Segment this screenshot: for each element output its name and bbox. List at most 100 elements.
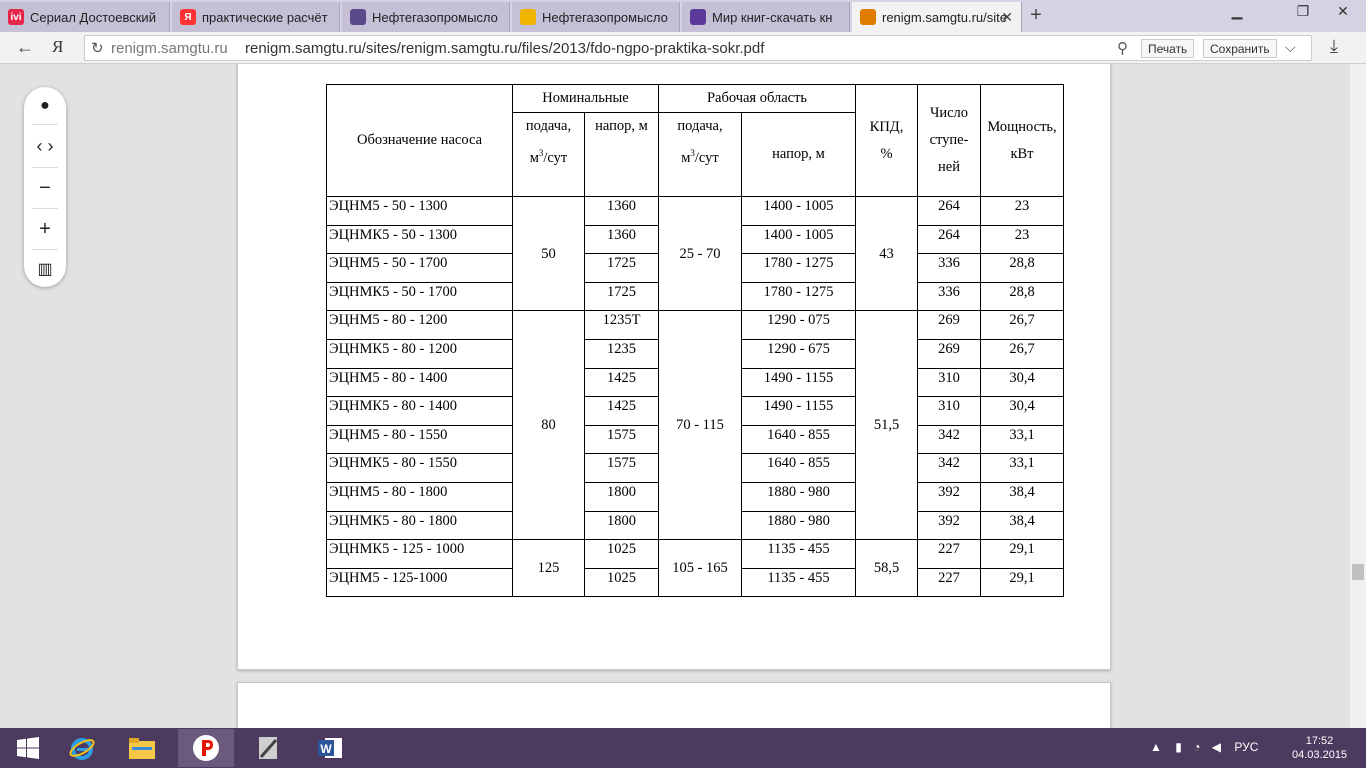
work-head-cell: 1880 - 980 — [741, 481, 856, 512]
nominal-flow-cell: 80 — [512, 310, 585, 541]
tab-2[interactable]: Япрактические расчёт — [172, 2, 340, 32]
clock[interactable]: 17:52 04.03.2015 — [1292, 734, 1347, 762]
reload-icon[interactable]: ↻ — [91, 39, 104, 57]
zoom-icon[interactable]: ⚲ — [1117, 39, 1128, 57]
work-flow-cell: 70 - 115 — [658, 310, 742, 541]
file-explorer-icon[interactable] — [114, 729, 170, 767]
work-head-cell: 1400 - 1005 — [741, 196, 856, 226]
back-arrow-icon[interactable]: ← — [16, 37, 34, 58]
tab-6[interactable]: renigm.samgtu.ru/site ✕ — [852, 2, 1022, 32]
fit-page-icon[interactable]: ▥ — [24, 255, 66, 285]
stages-cell: 227 — [917, 567, 981, 598]
pump-name: ЭЦНМК5 - 125 - 1000 — [326, 539, 513, 569]
col-work-flow: подача, м3/сут — [658, 112, 742, 197]
pdf-page: Обозначение насоса Номинальные Рабочая о… — [237, 64, 1111, 670]
tab-title: практические расчёт — [202, 9, 328, 25]
tab-1[interactable]: ivi Сериал Достоевский — [0, 2, 170, 32]
battery-icon[interactable]: ▮ — [1175, 740, 1182, 754]
chevron-down-icon[interactable]: ⌵ — [1285, 39, 1296, 56]
page-prev-next-icon[interactable]: ‹ › — [24, 131, 66, 161]
efficiency-cell: 43 — [855, 195, 918, 312]
col-nominal-flow: подача, м3/сут — [512, 112, 585, 197]
power-cell: 29,1 — [980, 539, 1064, 569]
power-cell: 28,8 — [980, 253, 1064, 283]
col-work-area: Рабочая область — [658, 84, 856, 113]
minimize-button[interactable]: ▁ — [1222, 2, 1252, 22]
nominal-head-cell: 1725 — [584, 281, 659, 312]
power-cell: 26,7 — [980, 338, 1064, 369]
pump-name: ЭЦНМ5 - 80 - 1800 — [326, 481, 513, 512]
pump-name: ЭЦНМ5 - 50 - 1300 — [326, 196, 513, 226]
address-url[interactable]: renigm.samgtu.ru/sites/renigm.samgtu.ru/… — [245, 40, 764, 57]
address-domain: renigm.samgtu.ru — [111, 40, 228, 57]
power-cell: 23 — [980, 196, 1064, 226]
col-nominal-head: напор, м — [584, 112, 659, 197]
power-cell: 33,1 — [980, 453, 1064, 483]
sun-icon — [860, 9, 876, 25]
col-power: Мощность, кВт — [980, 84, 1064, 197]
nominal-head-cell: 1800 — [584, 510, 659, 541]
power-cell: 38,4 — [980, 481, 1064, 512]
browser-toolbar: ← Я ↻ renigm.samgtu.ru renigm.samgtu.ru/… — [0, 32, 1366, 64]
save-button[interactable]: Сохранить — [1203, 39, 1277, 58]
work-head-cell: 1135 - 455 — [741, 539, 856, 569]
yandex-browser-icon[interactable] — [178, 729, 234, 767]
pump-name: ЭЦНМК5 - 80 - 1400 — [326, 396, 513, 426]
windows-start-icon[interactable] — [0, 729, 56, 767]
nominal-head-cell: 1575 — [584, 453, 659, 483]
internet-explorer-icon[interactable] — [54, 729, 110, 767]
volume-icon[interactable]: ◀ — [1212, 740, 1221, 754]
work-head-cell: 1400 - 1005 — [741, 224, 856, 255]
close-window-button[interactable]: ✕ — [1326, 2, 1360, 22]
network-icon[interactable]: ◔ — [1193, 740, 1200, 754]
stages-cell: 269 — [917, 338, 981, 369]
books-icon — [690, 9, 706, 25]
nominal-head-cell: 1025 — [584, 539, 659, 569]
page-dot-icon[interactable]: ● — [24, 91, 66, 121]
tab-3[interactable]: Нефтегазопромысло — [342, 2, 510, 32]
close-tab-icon[interactable]: ✕ — [1001, 9, 1013, 26]
smiley-icon — [520, 9, 536, 25]
stages-cell: 342 — [917, 453, 981, 483]
work-head-cell: 1640 - 855 — [741, 424, 856, 455]
zoom-in-icon[interactable]: + — [24, 214, 66, 244]
efficiency-cell: 51,5 — [855, 310, 918, 541]
work-head-cell: 1780 - 1275 — [741, 281, 856, 312]
power-cell: 28,8 — [980, 281, 1064, 312]
zoom-out-icon[interactable]: − — [24, 173, 66, 203]
download-icon[interactable]: ⤓ — [1330, 36, 1338, 57]
print-button[interactable]: Печать — [1141, 39, 1195, 58]
power-cell: 30,4 — [980, 396, 1064, 426]
yandex-logo-icon[interactable]: Я — [52, 37, 63, 57]
system-tray[interactable]: ▲ ▮ ◔ ◀ РУС — [1150, 740, 1258, 754]
scrollbar[interactable] — [1350, 64, 1366, 728]
chevron-up-icon[interactable]: ▲ — [1150, 740, 1162, 754]
language-indicator[interactable]: РУС — [1234, 740, 1258, 754]
tab-4[interactable]: Нефтегазопромысло — [512, 2, 680, 32]
nominal-flow-cell: 50 — [512, 195, 585, 312]
scrollbar-thumb[interactable] — [1352, 564, 1364, 580]
pump-name: ЭЦНМК5 - 50 - 1700 — [326, 281, 513, 312]
new-tab-button[interactable]: + — [1026, 5, 1046, 26]
pump-name: ЭЦНМ5 - 80 - 1200 — [326, 310, 513, 340]
nominal-head-cell: 1800 — [584, 481, 659, 512]
nominal-head-cell: 1575 — [584, 424, 659, 455]
work-head-cell: 1880 - 980 — [741, 510, 856, 541]
word-icon[interactable]: W — [302, 729, 358, 767]
tab-title: Мир книг-скачать кн — [712, 9, 833, 25]
maximize-button[interactable]: ❐ — [1288, 2, 1318, 22]
nominal-head-cell: 1025 — [584, 567, 659, 598]
stages-cell: 227 — [917, 539, 981, 569]
power-cell: 30,4 — [980, 367, 1064, 398]
tab-5[interactable]: Мир книг-скачать кн — [682, 2, 850, 32]
work-head-cell: 1135 - 455 — [741, 567, 856, 598]
tab-bar: ivi Сериал Достоевский Япрактические расчё… — [0, 0, 1366, 32]
power-cell: 26,7 — [980, 310, 1064, 340]
tab-title: Нефтегазопромысло — [372, 9, 498, 25]
notepad-icon[interactable] — [240, 729, 296, 767]
taskbar: W ▲ ▮ ◔ ◀ РУС 17:52 04.03.2015 — [0, 728, 1366, 768]
work-head-cell: 1490 - 1155 — [741, 396, 856, 426]
stages-cell: 392 — [917, 510, 981, 541]
table-row: ЭЦНМК5 - 125 - 1000 125 1025 105 - 165 1135 … — [326, 539, 1064, 598]
address-bar[interactable]: ↻ renigm.samgtu.ru renigm.samgtu.ru/site… — [84, 35, 1312, 61]
